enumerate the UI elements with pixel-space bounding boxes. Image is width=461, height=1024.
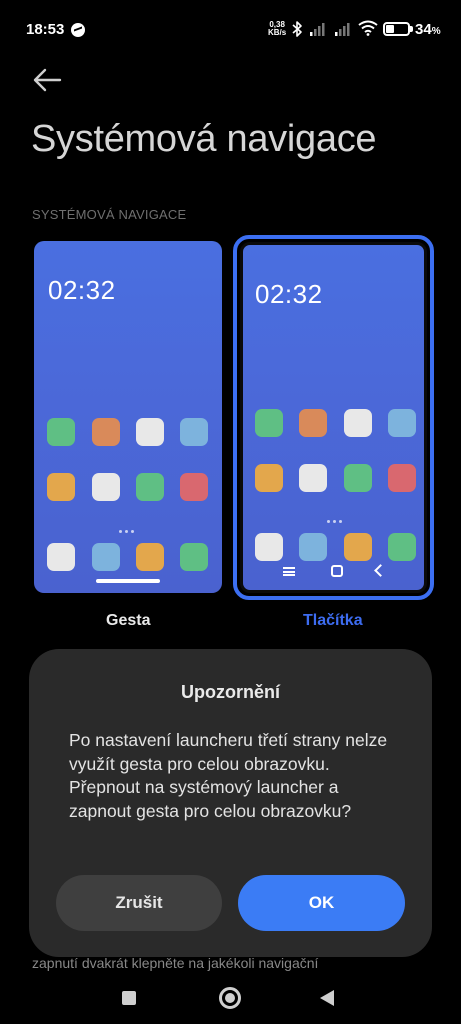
app-icon bbox=[388, 464, 416, 492]
status-bar: 18:53 0,38 KB/s 34% bbox=[0, 0, 461, 60]
battery-icon bbox=[383, 22, 410, 36]
signal-icon bbox=[310, 23, 325, 36]
app-icon bbox=[136, 473, 164, 501]
back-icon[interactable] bbox=[320, 990, 334, 1006]
messenger-icon bbox=[71, 23, 85, 37]
app-icon bbox=[388, 409, 416, 437]
option-label-gestures[interactable]: Gesta bbox=[106, 612, 150, 630]
home-icon[interactable] bbox=[219, 987, 241, 1009]
app-icon bbox=[47, 543, 75, 571]
page-title: Systémová navigace bbox=[31, 118, 377, 160]
bluetooth-icon bbox=[292, 21, 302, 37]
app-icon bbox=[47, 473, 75, 501]
app-icon bbox=[180, 418, 208, 446]
back-icon bbox=[374, 564, 387, 577]
app-icon bbox=[299, 409, 327, 437]
status-time: 18:53 bbox=[26, 21, 65, 38]
ok-button[interactable]: OK bbox=[238, 875, 405, 931]
page-dots bbox=[119, 520, 139, 533]
signal-icon bbox=[335, 23, 350, 36]
battery-text: 34% bbox=[415, 21, 441, 38]
app-icon bbox=[344, 409, 372, 437]
app-icon bbox=[180, 473, 208, 501]
wifi-icon bbox=[358, 20, 378, 36]
app-icon bbox=[92, 543, 120, 571]
app-icon bbox=[388, 533, 416, 561]
gestures-preview[interactable]: 02:32 bbox=[34, 241, 222, 593]
page-dots bbox=[327, 510, 347, 523]
app-icon bbox=[299, 464, 327, 492]
net-speed-unit: KB/s bbox=[268, 28, 287, 37]
home-icon bbox=[331, 565, 343, 577]
app-icon bbox=[92, 473, 120, 501]
battery-tip bbox=[410, 26, 413, 32]
app-icon bbox=[180, 543, 208, 571]
battery-fill bbox=[386, 25, 394, 33]
section-label: SYSTÉMOVÁ NAVIGACE bbox=[32, 207, 187, 222]
app-icon bbox=[255, 409, 283, 437]
background-hint: zapnutí dvakrát klepněte na jakékoli nav… bbox=[32, 955, 319, 971]
dialog-message: Po nastavení launcheru třetí strany nelz… bbox=[69, 730, 388, 821]
net-speed: 0,38 KB/s bbox=[268, 21, 286, 37]
battery-percent-symbol: % bbox=[431, 26, 441, 37]
app-icon bbox=[344, 533, 372, 561]
preview-navbar bbox=[243, 562, 424, 580]
preview-clock: 02:32 bbox=[255, 279, 323, 309]
menu-icon bbox=[283, 567, 295, 576]
preview-clock: 02:32 bbox=[48, 275, 116, 305]
buttons-preview[interactable]: 02:32 bbox=[240, 242, 427, 593]
app-icon bbox=[344, 464, 372, 492]
battery-percent: 34 bbox=[415, 21, 432, 38]
app-icon bbox=[255, 533, 283, 561]
system-navbar bbox=[0, 972, 461, 1024]
cancel-button[interactable]: Zrušit bbox=[56, 875, 222, 931]
app-icon bbox=[136, 418, 164, 446]
app-icon bbox=[92, 418, 120, 446]
app-icon bbox=[299, 533, 327, 561]
app-icon bbox=[136, 543, 164, 571]
recents-icon[interactable] bbox=[122, 991, 136, 1005]
app-icon bbox=[255, 464, 283, 492]
dialog-title: Upozornění bbox=[181, 682, 280, 702]
app-icon bbox=[47, 418, 75, 446]
gesture-bar bbox=[96, 579, 160, 583]
back-arrow-icon[interactable] bbox=[28, 64, 68, 96]
warning-dialog: Upozornění Po nastavení launcheru třetí … bbox=[29, 649, 432, 957]
option-label-buttons[interactable]: Tlačítka bbox=[303, 612, 363, 630]
